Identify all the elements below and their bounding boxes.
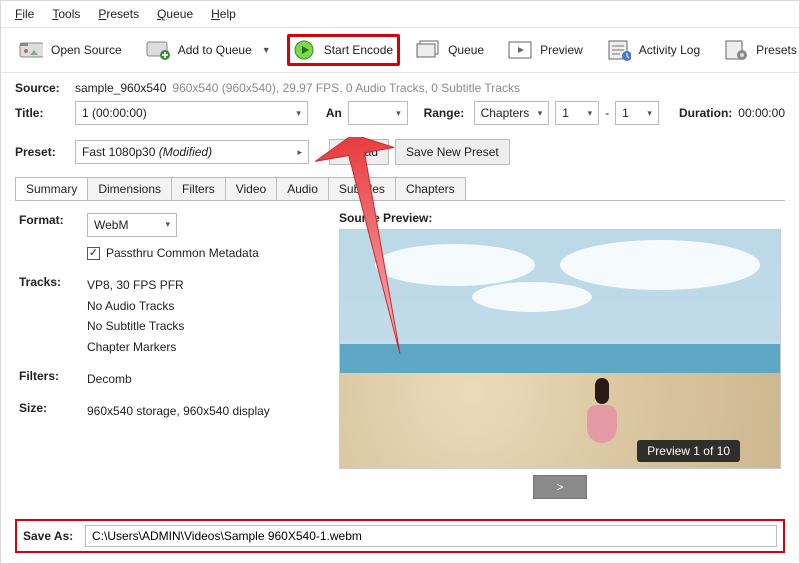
tracks-label: Tracks: <box>19 273 87 367</box>
open-source-label: Open Source <box>51 43 122 57</box>
track-line: No Subtitle Tracks <box>87 316 270 336</box>
track-line: No Audio Tracks <box>87 296 270 316</box>
start-encode-button[interactable]: Start Encode <box>287 34 400 66</box>
preset-select[interactable]: Fast 1080p30 (Modified) ▸ <box>75 140 309 164</box>
start-encode-label: Start Encode <box>324 43 393 57</box>
reload-button[interactable]: Reload <box>329 139 389 165</box>
range-dash: - <box>605 106 609 120</box>
range-label: Range: <box>424 106 468 120</box>
angle-label: An <box>326 106 342 120</box>
tab-audio[interactable]: Audio <box>276 177 329 200</box>
duration-value: 00:00:00 <box>738 106 785 120</box>
source-preview-title: Source Preview: <box>339 211 781 225</box>
menu-queue[interactable]: Queue <box>157 7 193 21</box>
range-to-select[interactable]: 1▾ <box>615 101 659 125</box>
menu-presets[interactable]: Presets <box>98 7 139 21</box>
format-select[interactable]: WebM▾ <box>87 213 177 237</box>
source-label: Source: <box>15 81 69 95</box>
activity-log-icon <box>607 39 631 61</box>
menu-tools[interactable]: Tools <box>52 7 80 21</box>
menu-file[interactable]: FFileile <box>15 7 34 21</box>
passthru-checkbox[interactable]: ✓ <box>87 247 100 260</box>
title-select[interactable]: 1 (00:00:00)▾ <box>75 101 308 125</box>
presets-label: Presets <box>756 43 797 57</box>
tab-video[interactable]: Video <box>225 177 277 200</box>
source-name: sample_960x540 <box>75 81 166 95</box>
add-to-queue-icon <box>146 39 170 61</box>
preset-label: Preset: <box>15 145 69 159</box>
range-type-select[interactable]: Chapters▾ <box>474 101 550 125</box>
queue-label: Queue <box>448 43 484 57</box>
preview-next-button[interactable]: > <box>533 475 586 499</box>
open-source-icon <box>19 39 43 61</box>
duration-label: Duration: <box>679 106 732 120</box>
save-as-label: Save As: <box>23 529 79 543</box>
tab-dimensions[interactable]: Dimensions <box>87 177 172 200</box>
save-new-preset-button[interactable]: Save New Preset <box>395 139 510 165</box>
chevron-down-icon: ▼ <box>262 45 271 55</box>
track-line: Chapter Markers <box>87 337 270 357</box>
filters-value: Decomb <box>87 369 270 389</box>
presets-icon <box>724 39 748 61</box>
filters-label: Filters: <box>19 367 87 399</box>
queue-icon <box>416 39 440 61</box>
preview-badge: Preview 1 of 10 <box>637 440 740 462</box>
format-label: Format: <box>19 211 87 273</box>
open-source-button[interactable]: Open Source <box>11 35 130 65</box>
passthru-label: Passthru Common Metadata <box>106 243 259 263</box>
title-label: Title: <box>15 106 69 120</box>
track-line: VP8, 30 FPS PFR <box>87 275 270 295</box>
encoder-tabs: Summary Dimensions Filters Video Audio S… <box>15 177 785 201</box>
preview-button[interactable]: Preview <box>500 35 591 65</box>
presets-button[interactable]: Presets ▼ <box>716 35 800 65</box>
range-from-select[interactable]: 1▾ <box>555 101 599 125</box>
preview-icon <box>508 39 532 61</box>
activity-log-label: Activity Log <box>639 43 700 57</box>
save-as-row: Save As: <box>15 519 785 553</box>
queue-button[interactable]: Queue <box>408 35 492 65</box>
save-as-input[interactable] <box>85 525 777 547</box>
size-label: Size: <box>19 399 87 431</box>
tab-summary[interactable]: Summary <box>15 177 88 200</box>
tab-filters[interactable]: Filters <box>171 177 226 200</box>
menu-help[interactable]: Help <box>211 7 236 21</box>
size-value: 960x540 storage, 960x540 display <box>87 401 270 421</box>
source-preview-image: Preview 1 of 10 <box>339 229 781 469</box>
tab-subtitles[interactable]: Subtitles <box>328 177 396 200</box>
activity-log-button[interactable]: Activity Log <box>599 35 708 65</box>
angle-select[interactable]: ▾ <box>348 101 408 125</box>
add-to-queue-label: Add to Queue <box>178 43 252 57</box>
tab-chapters[interactable]: Chapters <box>395 177 466 200</box>
play-icon <box>292 39 316 61</box>
add-to-queue-button[interactable]: Add to Queue ▼ <box>138 35 279 65</box>
preview-label: Preview <box>540 43 583 57</box>
source-info: 960x540 (960x540), 29.97 FPS, 0 Audio Tr… <box>172 81 520 95</box>
